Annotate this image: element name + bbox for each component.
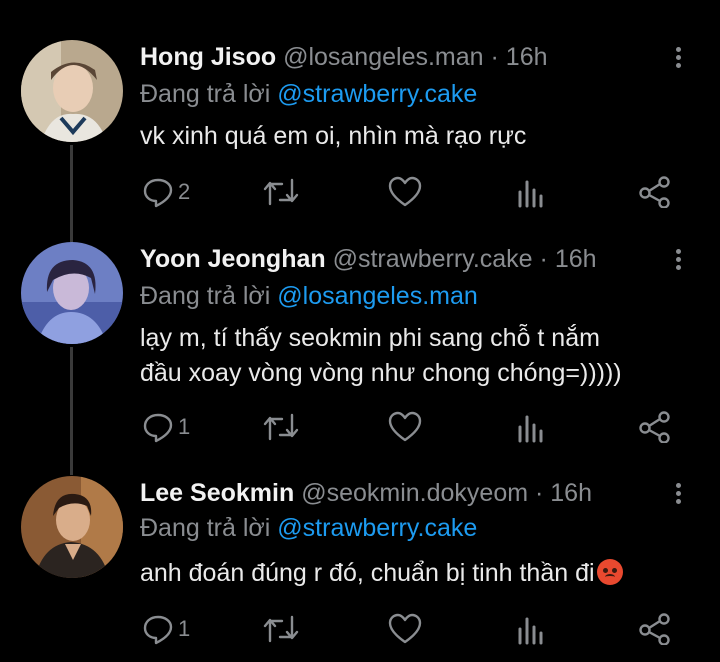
- action-bar: 1: [140, 611, 680, 647]
- separator: ·: [535, 479, 544, 507]
- separator: ·: [539, 245, 548, 273]
- tweet-text-line: đầu xoay vòng vòng như chong chóng=))))): [140, 359, 622, 387]
- user-handle[interactable]: @strawberry.cake: [333, 245, 533, 273]
- share-icon: [639, 176, 670, 208]
- share-button[interactable]: [638, 174, 672, 210]
- replying-to-label: Đang trả lời: [140, 80, 271, 108]
- timestamp[interactable]: 16h: [550, 479, 592, 507]
- replying-to-label: Đang trả lời: [140, 514, 271, 542]
- more-options-icon[interactable]: [668, 44, 688, 74]
- replying-to-label: Đang trả lời: [140, 282, 271, 310]
- tweet-text-content: anh đoán đúng r đó, chuẩn bị tinh thần đ…: [140, 559, 595, 587]
- analytics-icon: [518, 415, 543, 443]
- timestamp[interactable]: 16h: [555, 245, 597, 273]
- mention-link[interactable]: @strawberry.cake: [277, 80, 477, 108]
- tweet-header: Lee Seokmin @seokmin.dokyeom · 16h: [140, 479, 592, 508]
- replying-to: Đang trả lời @strawberry.cake: [140, 80, 477, 109]
- tweet-text: lạy m, tí thấy seokmin phi sang chỗ t nắ…: [140, 321, 622, 391]
- tweet-header: Yoon Jeonghan @strawberry.cake · 16h: [140, 245, 597, 274]
- reply-count: 1: [178, 414, 191, 439]
- thread-line: [70, 145, 73, 242]
- reply-button[interactable]: 1: [142, 409, 190, 445]
- reply-button[interactable]: 2: [142, 174, 190, 210]
- separator: ·: [490, 43, 499, 71]
- share-icon: [639, 613, 670, 645]
- more-options-icon[interactable]: [668, 246, 688, 276]
- retweet-button[interactable]: [262, 409, 300, 445]
- mention-link[interactable]: @strawberry.cake: [277, 514, 477, 542]
- analytics-icon: [518, 617, 543, 645]
- retweet-icon: [263, 178, 299, 206]
- like-icon: [388, 613, 422, 644]
- share-button[interactable]: [638, 409, 672, 445]
- tweet-text-line: lạy m, tí thấy seokmin phi sang chỗ t nắ…: [140, 324, 600, 352]
- analytics-icon: [518, 180, 543, 208]
- user-handle[interactable]: @losangeles.man: [283, 43, 484, 71]
- retweet-button[interactable]: [262, 174, 300, 210]
- share-icon: [639, 411, 670, 443]
- analytics-button[interactable]: [516, 174, 546, 210]
- retweet-button[interactable]: [262, 611, 300, 647]
- like-button[interactable]: [388, 409, 422, 445]
- replying-to: Đang trả lời @strawberry.cake: [140, 514, 477, 543]
- retweet-icon: [263, 413, 299, 441]
- tweet-text-line: anh đoán đúng r đó, chuẩn bị tinh thần đ…: [140, 556, 623, 591]
- reply-count: 2: [178, 179, 191, 204]
- mention-link[interactable]: @losangeles.man: [277, 282, 478, 310]
- tweet-text: vk xinh quá em oi, nhìn mà rạo rực: [140, 119, 526, 154]
- reply-icon: [143, 413, 173, 443]
- angry-face-emoji: [596, 559, 623, 585]
- analytics-button[interactable]: [516, 611, 546, 647]
- analytics-button[interactable]: [516, 409, 546, 445]
- retweet-icon: [263, 615, 299, 643]
- display-name[interactable]: Hong Jisoo: [140, 43, 276, 71]
- avatar[interactable]: [21, 40, 123, 142]
- tweet-text-line: vk xinh quá em oi, nhìn mà rạo rực: [140, 122, 527, 150]
- reply-icon: [143, 178, 173, 208]
- action-bar: 1: [140, 409, 680, 445]
- replying-to: Đang trả lời @losangeles.man: [140, 282, 478, 311]
- like-icon: [388, 411, 422, 442]
- like-icon: [388, 176, 422, 207]
- reply-button[interactable]: 1: [142, 611, 190, 647]
- tweet-text: anh đoán đúng r đó, chuẩn bị tinh thần đ…: [140, 556, 623, 591]
- like-button[interactable]: [388, 174, 422, 210]
- reply-count: 1: [178, 616, 191, 641]
- action-bar: 2: [140, 174, 680, 210]
- display-name[interactable]: Yoon Jeonghan: [140, 245, 326, 273]
- like-button[interactable]: [388, 611, 422, 647]
- tweet-header: Hong Jisoo @losangeles.man · 16h: [140, 43, 548, 72]
- thread-line: [70, 347, 73, 475]
- user-handle[interactable]: @seokmin.dokyeom: [301, 479, 528, 507]
- timestamp[interactable]: 16h: [506, 43, 548, 71]
- reply-icon: [143, 615, 173, 645]
- share-button[interactable]: [638, 611, 672, 647]
- avatar[interactable]: [21, 476, 123, 578]
- more-options-icon[interactable]: [668, 480, 688, 510]
- avatar[interactable]: [21, 242, 123, 344]
- display-name[interactable]: Lee Seokmin: [140, 479, 294, 507]
